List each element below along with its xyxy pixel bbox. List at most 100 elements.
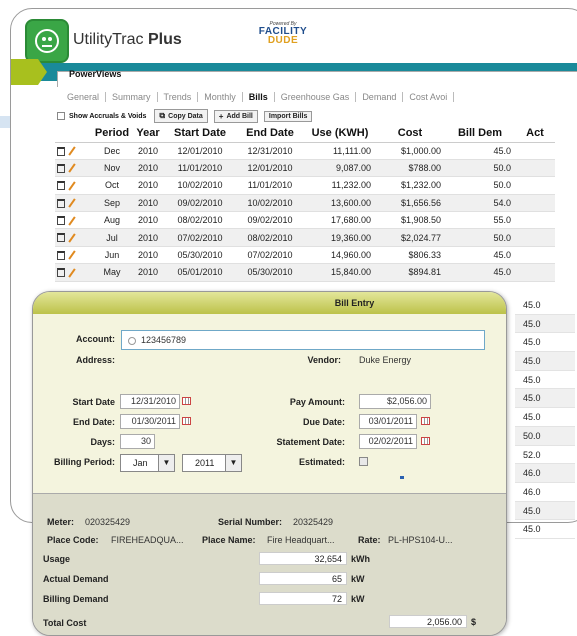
start-date-label: Start Date [72, 397, 115, 407]
cell-cost: $806.33 [375, 246, 445, 265]
cell-period: Jul [93, 228, 131, 247]
column-header[interactable]: Bill Dem [445, 125, 515, 143]
show-accruals-checkbox[interactable] [57, 112, 65, 120]
calendar-icon[interactable] [421, 437, 430, 445]
tab-powerviews[interactable]: PowerViews [69, 69, 121, 79]
subtab-monthly[interactable]: Monthly [198, 92, 243, 102]
rate-value: PL-HPS104-U... [388, 535, 453, 545]
pay-amount-field[interactable]: $2,056.00 [359, 394, 431, 409]
column-header[interactable]: Period [93, 125, 131, 143]
vendor-label: Vendor: [307, 355, 341, 365]
table-row[interactable]: Jul 2010 07/02/2010 08/02/2010 19,360.00 $2,0… [55, 228, 555, 247]
cell-use: 11,111.00 [305, 142, 375, 160]
pencil-icon[interactable] [68, 250, 76, 261]
days-field[interactable]: 30 [120, 434, 155, 449]
cell-end: 10/02/2010 [235, 194, 305, 213]
cell-bill-dem: 45.0 [515, 520, 575, 539]
pencil-icon[interactable] [68, 163, 76, 174]
due-date-field[interactable]: 03/01/2011 [359, 414, 417, 429]
table-row[interactable]: Sep 2010 09/02/2010 10/02/2010 13,600.00 $1,6… [55, 194, 555, 213]
billing-year-select[interactable]: 2011 ▼ [182, 454, 242, 472]
trash-icon[interactable] [57, 198, 65, 208]
table-row[interactable]: Dec 2010 12/01/2010 12/31/2010 11,111.00 $1,0… [55, 142, 555, 160]
copy-data-button[interactable]: ⧉ Copy Data [154, 109, 208, 123]
cell-end: 12/01/2010 [235, 159, 305, 178]
actual-demand-unit: kW [351, 574, 365, 584]
subtab-demand[interactable]: Demand [356, 92, 404, 102]
cell-year: 2010 [131, 263, 165, 282]
start-date-field[interactable]: 12/31/2010 [120, 394, 180, 409]
cell-bill-dem: 50.0 [445, 228, 515, 247]
cell-cost: $788.00 [375, 159, 445, 178]
pencil-icon[interactable] [68, 268, 76, 278]
table-row[interactable]: Oct 2010 10/02/2010 11/01/2010 11,232.00 $1,2… [55, 176, 555, 195]
billing-month-select[interactable]: Jan ▼ [120, 454, 175, 472]
subtab-greenhouse-gas[interactable]: Greenhouse Gas [275, 92, 357, 102]
pencil-icon[interactable] [68, 181, 76, 191]
cell-bill-dem: 54.0 [445, 194, 515, 213]
table-row[interactable]: Jun 2010 05/30/2010 07/02/2010 14,960.00 $806… [55, 246, 555, 265]
end-date-label: End Date: [72, 417, 115, 427]
vendor-value: Duke Energy [359, 355, 412, 365]
trash-icon[interactable] [57, 146, 65, 156]
calendar-icon[interactable] [421, 417, 430, 425]
table-row[interactable]: Aug 2010 08/02/2010 09/02/2010 17,680.00 $1,9… [55, 211, 555, 230]
cell-end: 09/02/2010 [235, 211, 305, 230]
subtab-cost-avoi[interactable]: Cost Avoi [403, 92, 455, 102]
add-bill-button[interactable]: + Add Bill [213, 109, 258, 123]
column-header[interactable]: Act [515, 125, 555, 143]
trash-icon[interactable] [57, 216, 65, 226]
pencil-icon[interactable] [68, 146, 76, 156]
column-header[interactable]: End Date [235, 125, 305, 143]
trash-icon[interactable] [57, 163, 65, 173]
cell-period: Sep [93, 194, 131, 213]
account-search-input[interactable]: 123456789 [121, 330, 485, 350]
left-nav-strip [0, 116, 10, 128]
pencil-icon[interactable] [68, 198, 76, 208]
cell-end: 12/31/2010 [235, 142, 305, 160]
place-name-value: Fire Headquart... [267, 535, 335, 545]
address-label: Address: [75, 355, 115, 365]
calendar-icon[interactable] [182, 417, 191, 425]
cell-year: 2010 [131, 211, 165, 230]
column-header[interactable]: Cost [375, 125, 445, 143]
meter-value: 020325429 [85, 517, 131, 527]
total-cost-label: Total Cost [43, 618, 87, 628]
cell-start: 05/01/2010 [165, 263, 235, 282]
pencil-icon[interactable] [68, 233, 76, 243]
subtab-bills[interactable]: Bills [243, 92, 275, 102]
estimated-checkbox[interactable] [359, 457, 368, 466]
cell-period: Oct [93, 176, 131, 195]
cell-year: 2010 [131, 246, 165, 265]
subtab-general[interactable]: General [61, 92, 107, 102]
column-header[interactable]: Use (KWH) [305, 125, 375, 143]
table-row[interactable]: May 2010 05/01/2010 05/30/2010 15,840.00 $894… [55, 263, 555, 282]
import-bills-button[interactable]: Import Bills [263, 110, 313, 122]
cell-bill-dem: 45.0 [515, 371, 575, 390]
cell-period: Jun [93, 246, 131, 265]
end-date-field[interactable]: 01/30/2011 [120, 414, 180, 429]
cell-start: 12/01/2010 [165, 142, 235, 160]
trash-icon[interactable] [57, 181, 65, 191]
subtab-summary[interactable]: Summary [106, 92, 158, 102]
trash-icon[interactable] [57, 250, 65, 260]
cell-bill-dem: 45.0 [445, 263, 515, 282]
show-accruals-label: Show Accruals & Voids [69, 112, 147, 120]
pencil-icon[interactable] [68, 215, 76, 226]
column-header[interactable]: Year [131, 125, 165, 143]
trash-icon[interactable] [57, 233, 65, 243]
usage-value: 32,654 [259, 552, 347, 565]
place-code-label: Place Code: [47, 535, 99, 545]
cell-end: 11/01/2010 [235, 176, 305, 195]
serial-number-label: Serial Number: [218, 517, 283, 527]
cell-bill-dem: 45.0 [515, 352, 575, 371]
table-row[interactable]: Nov 2010 11/01/2010 12/01/2010 9,087.00 $788.… [55, 159, 555, 178]
trash-icon[interactable] [57, 268, 65, 278]
statement-date-field[interactable]: 02/02/2011 [359, 434, 417, 449]
column-header[interactable]: Start Date [165, 125, 235, 143]
column-header[interactable] [55, 125, 93, 143]
calendar-icon[interactable] [182, 397, 191, 405]
subtab-trends[interactable]: Trends [158, 92, 199, 102]
usage-unit: kWh [351, 554, 370, 564]
cell-act [515, 142, 555, 160]
